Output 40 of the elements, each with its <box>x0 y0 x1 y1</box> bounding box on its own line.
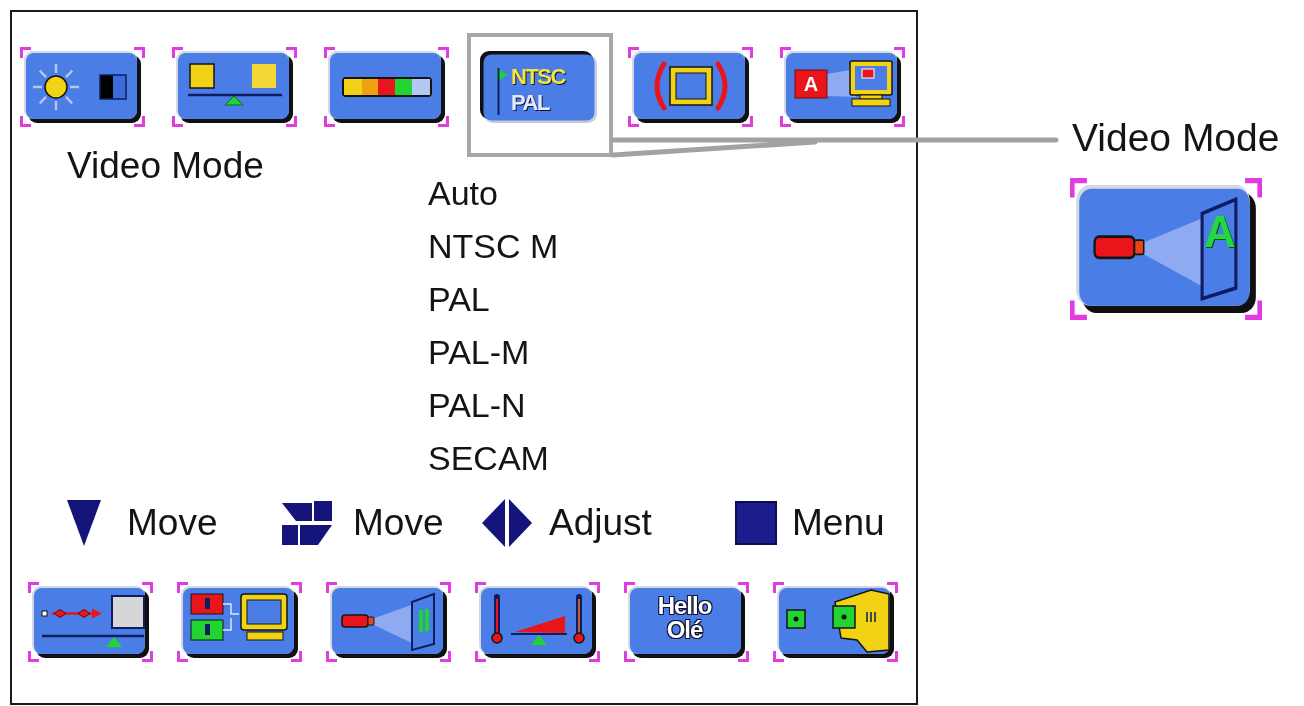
menu-option[interactable]: Auto <box>428 173 498 213</box>
menu-icon-button[interactable] <box>172 47 297 127</box>
tile-icon <box>624 582 749 662</box>
menu-option[interactable]: PAL-N <box>428 385 526 425</box>
balance-squares-icon <box>172 47 297 127</box>
menu-title: Video Mode <box>67 145 264 187</box>
menu-icon-button[interactable] <box>326 582 451 662</box>
menu-icon-button[interactable]: Hello Olé <box>624 582 749 662</box>
down-triangle-icon <box>67 500 101 546</box>
projector-icon <box>326 582 451 662</box>
projector-icon <box>1070 178 1262 320</box>
wrench-icon <box>773 582 898 662</box>
menu-icon-button[interactable] <box>177 582 302 662</box>
menu-option[interactable]: PAL <box>428 279 490 319</box>
menu-icon-button[interactable]: A <box>780 47 905 127</box>
color-bar-icon <box>324 47 449 127</box>
menu-icon-button[interactable] <box>773 582 898 662</box>
sun-contrast-icon <box>20 47 145 127</box>
menu-icon-button[interactable] <box>20 47 145 127</box>
menu-icon-button[interactable] <box>324 47 449 127</box>
callout-label: Video Mode <box>1072 116 1280 160</box>
left-right-arrows-icon <box>482 499 532 547</box>
menu-option[interactable]: NTSC M <box>428 226 559 266</box>
hint-label: Menu <box>792 502 885 544</box>
box-monitor-icon <box>780 47 905 127</box>
menu-icon-button[interactable] <box>475 582 600 662</box>
blocks-icon <box>282 501 332 545</box>
hint-label: Move <box>353 502 444 544</box>
inputs-monitor-icon <box>177 582 302 662</box>
square-icon <box>735 501 777 545</box>
hint-label: Adjust <box>549 502 652 544</box>
hint-label: Move <box>127 502 218 544</box>
screen-letter: A <box>1204 210 1236 254</box>
menu-option[interactable]: SECAM <box>428 438 549 478</box>
menu-icon-button[interactable] <box>28 582 153 662</box>
menu-icon-button[interactable] <box>628 47 753 127</box>
thermometer-balance-icon <box>475 582 600 662</box>
arrow-balance-icon <box>28 582 153 662</box>
menu-option[interactable]: PAL-M <box>428 332 530 372</box>
bracketed-screen-icon <box>628 47 753 127</box>
